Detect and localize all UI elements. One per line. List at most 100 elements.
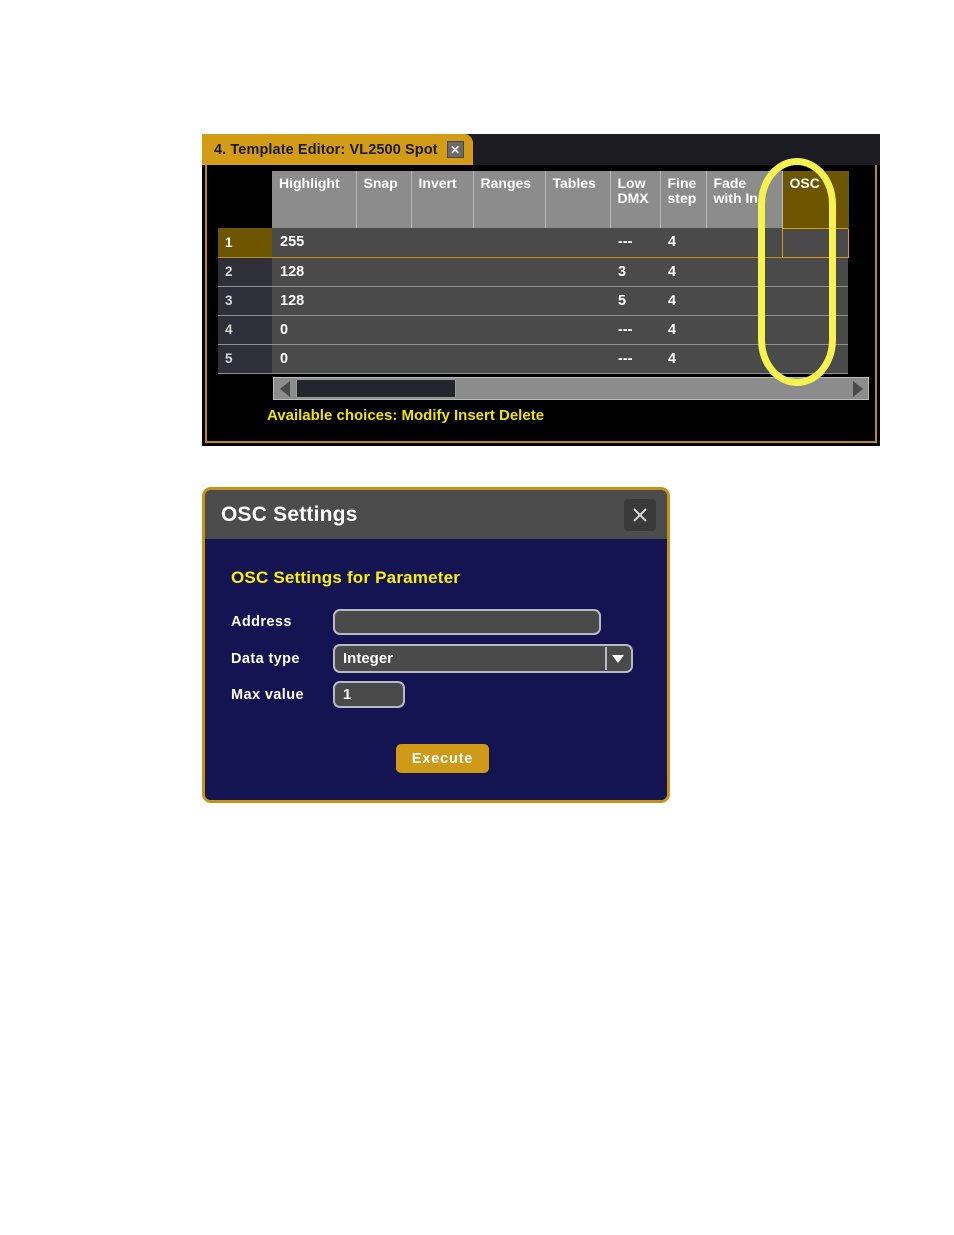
cell-low-dmx[interactable]: --- (610, 315, 660, 345)
editor-content-area: Highlight Snap Invert Ranges Tables Low … (205, 165, 877, 443)
column-header-snap[interactable]: Snap (356, 171, 412, 228)
status-line: Available choices: Modify Insert Delete (267, 407, 545, 424)
horizontal-scrollbar-thumb[interactable] (296, 379, 456, 398)
cell-fine-step[interactable]: 4 (660, 228, 706, 258)
cell-fade-with-intensity[interactable] (706, 344, 782, 374)
cell-fade-with-intensity[interactable] (706, 228, 782, 258)
cell-osc[interactable] (782, 344, 848, 374)
cell-low-dmx[interactable]: 3 (610, 257, 660, 287)
row-number[interactable]: 2 (218, 257, 272, 287)
osc-dialog-titlebar: OSC Settings (205, 490, 667, 539)
cell-highlight[interactable]: 128 (272, 257, 356, 287)
column-header-fine-step[interactable]: Fine step (660, 171, 707, 228)
editor-window-tab[interactable]: 4. Template Editor: VL2500 Spot ✕ (202, 134, 473, 165)
cell-invert[interactable] (411, 228, 473, 258)
osc-dialog-title: OSC Settings (221, 502, 358, 526)
address-label: Address (231, 614, 292, 630)
cell-ranges[interactable] (473, 344, 545, 374)
cell-low-dmx[interactable]: --- (610, 228, 660, 258)
row-number[interactable]: 4 (218, 315, 272, 345)
cell-fine-step[interactable]: 4 (660, 257, 706, 287)
triangle-down-glyph (612, 654, 624, 663)
cell-osc[interactable] (782, 257, 848, 287)
cell-snap[interactable] (356, 257, 411, 287)
column-header-tables[interactable]: Tables (545, 171, 611, 228)
cell-snap[interactable] (356, 286, 411, 316)
osc-section-title: OSC Settings for Parameter (231, 568, 461, 587)
data-type-value: Integer (343, 650, 394, 667)
cell-tables[interactable] (545, 315, 610, 345)
scroll-right-arrow-icon[interactable] (847, 378, 868, 399)
cell-invert[interactable] (411, 257, 473, 287)
table-row[interactable]: 2 128 3 4 (218, 257, 848, 287)
cell-snap[interactable] (356, 315, 411, 345)
column-header-fade-with-intensity[interactable]: Fade with In (706, 171, 783, 228)
chevron-down-icon[interactable] (605, 647, 629, 670)
scroll-left-arrow-icon[interactable] (274, 378, 295, 399)
cell-ranges[interactable] (473, 315, 545, 345)
address-field-row: Address (231, 609, 601, 635)
column-header-osc[interactable]: OSC (782, 171, 849, 228)
column-header-invert[interactable]: Invert (411, 171, 474, 228)
data-type-select[interactable]: Integer (333, 644, 633, 673)
cell-invert[interactable] (411, 344, 473, 374)
cell-highlight[interactable]: 255 (272, 228, 356, 258)
cell-tables[interactable] (545, 344, 610, 374)
table-row[interactable]: 5 0 --- 4 (218, 344, 848, 374)
cell-osc[interactable] (782, 286, 848, 316)
cell-low-dmx[interactable]: 5 (610, 286, 660, 316)
max-value-label: Max value (231, 686, 304, 703)
column-header-highlight[interactable]: Highlight (272, 171, 357, 228)
cell-highlight[interactable]: 128 (272, 286, 356, 316)
cell-low-dmx[interactable]: --- (610, 344, 660, 374)
cell-fade-with-intensity[interactable] (706, 315, 782, 345)
column-header-ranges[interactable]: Ranges (473, 171, 546, 228)
osc-settings-dialog: OSC Settings OSC Settings for Parameter … (202, 487, 670, 803)
close-icon[interactable]: ✕ (446, 141, 464, 158)
editor-titlebar: 4. Template Editor: VL2500 Spot ✕ (202, 134, 880, 165)
cell-invert[interactable] (411, 315, 473, 345)
cell-highlight[interactable]: 0 (272, 315, 356, 345)
cell-snap[interactable] (356, 344, 411, 374)
cell-fine-step[interactable]: 4 (660, 344, 706, 374)
cell-osc[interactable] (782, 315, 848, 345)
row-number[interactable]: 3 (218, 286, 272, 316)
cell-ranges[interactable] (473, 286, 545, 316)
row-number[interactable]: 1 (218, 228, 272, 258)
triangle-left-icon (279, 380, 290, 397)
column-header-rownum[interactable] (218, 171, 272, 228)
osc-dialog-body: OSC Settings for Parameter Address Data … (205, 539, 667, 800)
triangle-right-icon (852, 380, 863, 397)
cell-osc[interactable] (781, 227, 849, 258)
parameter-table-wrapper: Highlight Snap Invert Ranges Tables Low … (218, 171, 849, 374)
table-row[interactable]: 1 255 --- 4 (218, 227, 849, 258)
cell-fade-with-intensity[interactable] (706, 286, 782, 316)
parameter-table: Highlight Snap Invert Ranges Tables Low … (218, 171, 849, 374)
cell-fine-step[interactable]: 4 (660, 286, 706, 316)
template-editor-window: 4. Template Editor: VL2500 Spot ✕ Highli… (202, 134, 880, 446)
cell-tables[interactable] (545, 257, 610, 287)
row-number[interactable]: 5 (218, 344, 272, 374)
cell-invert[interactable] (411, 286, 473, 316)
cell-highlight[interactable]: 0 (272, 344, 356, 374)
cell-fade-with-intensity[interactable] (706, 257, 782, 287)
column-header-low-dmx[interactable]: Low DMX (610, 171, 661, 228)
table-header-row: Highlight Snap Invert Ranges Tables Low … (218, 171, 849, 228)
execute-button[interactable]: Execute (396, 744, 489, 773)
max-value-input[interactable]: 1 (333, 681, 405, 708)
cell-tables[interactable] (545, 286, 610, 316)
close-icon[interactable] (624, 498, 656, 531)
table-row[interactable]: 3 128 5 4 (218, 286, 848, 316)
max-value-field-row: Max value 1 (231, 681, 405, 708)
editor-tab-title: 4. Template Editor: VL2500 Spot (214, 141, 438, 158)
cell-ranges[interactable] (473, 228, 545, 258)
data-type-label: Data type (231, 650, 300, 667)
cell-tables[interactable] (545, 228, 610, 258)
table-row[interactable]: 4 0 --- 4 (218, 315, 848, 345)
cell-fine-step[interactable]: 4 (660, 315, 706, 345)
horizontal-scrollbar[interactable] (273, 377, 869, 400)
address-input[interactable] (333, 609, 601, 635)
data-type-field-row: Data type Integer (231, 644, 633, 673)
cell-snap[interactable] (356, 228, 411, 258)
cell-ranges[interactable] (473, 257, 545, 287)
